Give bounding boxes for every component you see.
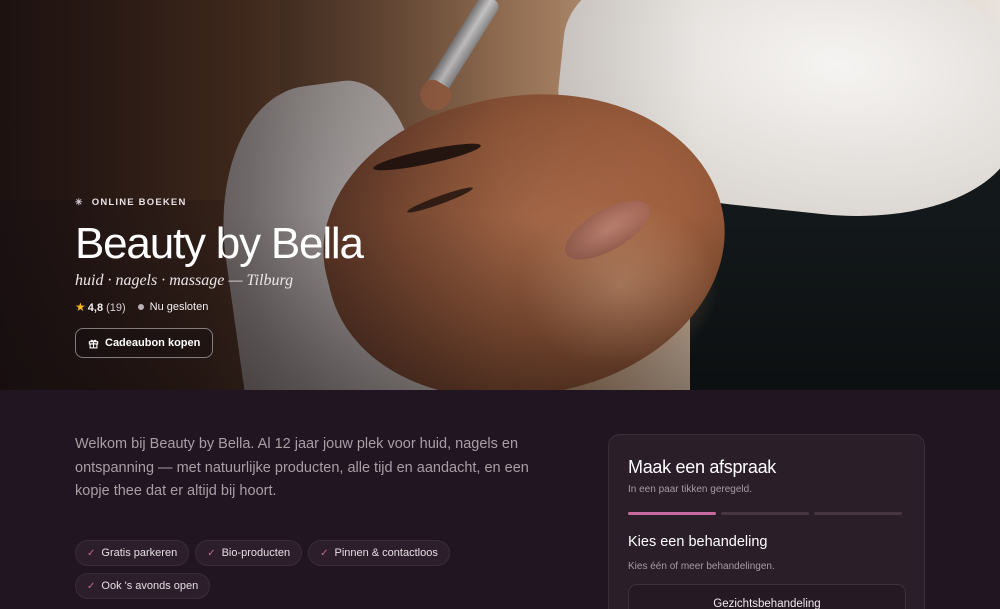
treatment-section-title: Kies een behandeling	[628, 534, 768, 550]
status-label: Nu gesloten	[149, 301, 209, 313]
rating[interactable]: ★ 4,8 (19)	[75, 300, 126, 314]
feature-tag: ✓ Bio-producten	[195, 540, 303, 566]
rating-value: 4,8	[87, 302, 104, 314]
hero-banner: ✳ ONLINE BOEKEN Beauty by Bella huid · n…	[0, 0, 1000, 390]
progress-step-2	[721, 512, 809, 515]
feature-tag-label: Gratis parkeren	[101, 547, 178, 559]
progress-step-3	[814, 512, 902, 515]
intro-text: Welkom bij Beauty by Bella. Al 12 jaar j…	[75, 436, 529, 499]
booking-progress	[628, 512, 902, 515]
status-dot-icon	[137, 304, 144, 310]
salon-title: Beauty by Bella	[75, 219, 364, 268]
check-icon: ✓	[87, 547, 96, 559]
salon-subtitle: huid · nagels · massage — Tilburg	[75, 272, 294, 289]
booking-card: Maak een afspraak In een paar tikken ger…	[608, 434, 925, 609]
booking-subtitle: In een paar tikken geregeld.	[628, 484, 752, 495]
gift-icon	[88, 339, 99, 348]
check-icon: ✓	[320, 547, 329, 559]
treatment-option[interactable]: Gezichtsbehandeling	[628, 584, 906, 609]
gift-card-button[interactable]: Cadeaubon kopen	[75, 328, 214, 358]
treatment-option-label: Gezichtsbehandeling	[713, 598, 821, 609]
opening-status: Nu gesloten	[137, 301, 209, 313]
eyebrow-label: ONLINE BOEKEN	[91, 197, 187, 208]
progress-step-1	[628, 512, 716, 515]
check-icon: ✓	[207, 547, 216, 559]
gift-card-button-label: Cadeaubon kopen	[105, 337, 201, 349]
check-icon: ✓	[87, 580, 96, 592]
feature-tag-label: Ook 's avonds open	[101, 580, 199, 592]
feature-tag: ✓ Ook 's avonds open	[75, 573, 211, 599]
eyebrow: ✳ ONLINE BOEKEN	[75, 197, 363, 208]
sparkle-icon: ✳	[75, 197, 84, 207]
hero-content: ✳ ONLINE BOEKEN Beauty by Bella huid · n…	[75, 197, 364, 358]
salon-meta: ★ 4,8 (19) Nu gesloten	[75, 300, 363, 314]
star-icon: ★	[75, 300, 86, 314]
booking-title: Maak een afspraak	[628, 457, 776, 477]
feature-tags: ✓ Gratis parkeren ✓ Bio-producten ✓ Pinnen …	[75, 540, 535, 599]
review-count: (19)	[106, 302, 126, 314]
feature-tag-label: Bio-producten	[221, 547, 291, 559]
treatment-section-hint: Kies één of meer behandelingen.	[628, 561, 775, 572]
feature-tag: ✓ Gratis parkeren	[75, 540, 190, 566]
feature-tag: ✓ Pinnen & contactloos	[308, 540, 450, 566]
feature-tag-label: Pinnen & contactloos	[334, 547, 438, 559]
